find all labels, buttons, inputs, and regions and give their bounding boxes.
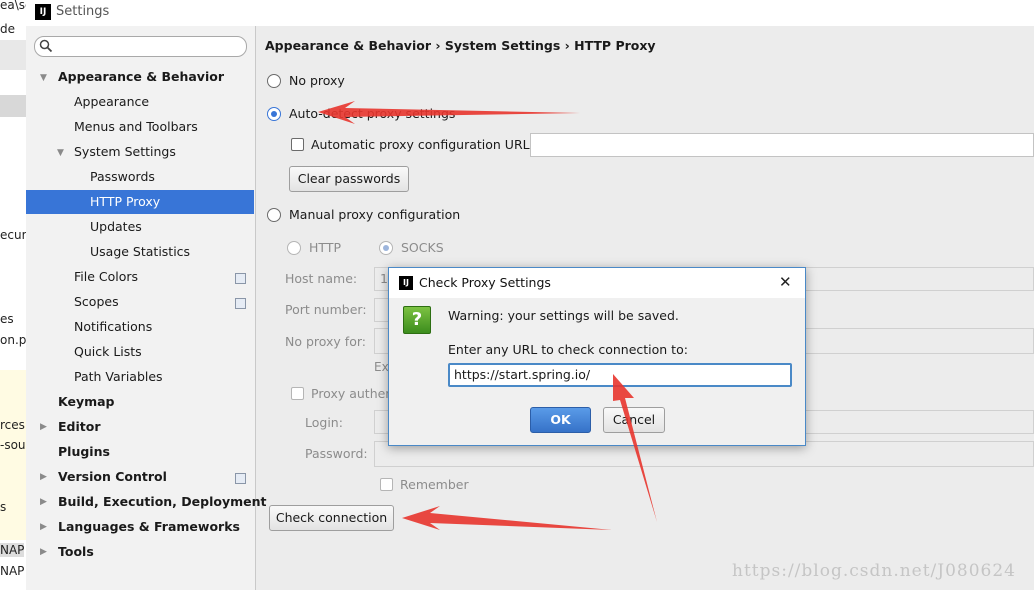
http-label: HTTP xyxy=(309,240,341,255)
socks-label: SOCKS xyxy=(401,240,444,255)
sidebar-item-file-colors[interactable]: File Colors xyxy=(74,265,138,289)
intellij-icon: IJ xyxy=(399,276,413,290)
manual-proxy-radio[interactable] xyxy=(267,208,281,222)
sidebar-item-tools[interactable]: Tools xyxy=(58,540,94,564)
intellij-icon: IJ xyxy=(35,4,51,20)
background-bar xyxy=(0,95,26,117)
sidebar-item-path-variables[interactable]: Path Variables xyxy=(74,365,163,389)
collapse-arrow-icon[interactable]: ▼ xyxy=(57,148,64,158)
sidebar-item-appearance[interactable]: Appearance xyxy=(74,90,149,114)
expand-arrow-icon[interactable]: ▶ xyxy=(40,422,47,432)
sidebar-item-http-proxy[interactable]: HTTP Proxy xyxy=(26,190,254,214)
background-panel xyxy=(0,370,26,540)
socks-radio[interactable] xyxy=(379,241,393,255)
expand-arrow-icon[interactable]: ▶ xyxy=(40,472,47,482)
sidebar-item-usage-statistics[interactable]: Usage Statistics xyxy=(90,240,190,264)
no-proxy-label: No proxy xyxy=(289,73,345,88)
background-text: de xyxy=(0,22,15,36)
sidebar-item-appearance-behavior[interactable]: Appearance & Behavior xyxy=(58,65,224,89)
check-proxy-dialog: IJ Check Proxy Settings ✕ ? Warning: you… xyxy=(388,267,806,446)
background-text: s xyxy=(0,500,7,514)
sidebar-item-passwords[interactable]: Passwords xyxy=(90,165,155,189)
collapse-arrow-icon[interactable]: ▼ xyxy=(40,73,47,83)
background-text: on.p xyxy=(0,333,26,347)
port-number-label: Port number: xyxy=(285,302,367,317)
auto-config-url-input[interactable] xyxy=(530,133,1034,157)
password-label: Password: xyxy=(305,446,368,461)
no-proxy-for-label: No proxy for: xyxy=(285,334,366,349)
sidebar-item-scopes[interactable]: Scopes xyxy=(74,290,119,314)
dialog-prompt: Enter any URL to check connection to: xyxy=(448,342,688,357)
login-label: Login: xyxy=(305,415,343,430)
remember-label: Remember xyxy=(400,477,469,492)
sidebar-item-build-execution[interactable]: Build, Execution, Deployment xyxy=(58,490,266,514)
arrow-annotation-icon xyxy=(402,506,612,530)
question-icon: ? xyxy=(403,306,431,334)
sidebar-item-notifications[interactable]: Notifications xyxy=(74,315,152,339)
example-hint: Ex xyxy=(374,360,389,374)
breadcrumb: Appearance & Behavior › System Settings … xyxy=(265,38,656,53)
expand-arrow-icon[interactable]: ▶ xyxy=(40,522,47,532)
auto-config-url-checkbox[interactable] xyxy=(291,138,304,151)
expand-arrow-icon[interactable]: ▶ xyxy=(40,497,47,507)
sidebar-item-updates[interactable]: Updates xyxy=(90,215,142,239)
project-level-icon xyxy=(235,273,246,284)
sidebar-item-plugins[interactable]: Plugins xyxy=(58,440,110,464)
window-title-bar xyxy=(26,0,1034,26)
search-icon xyxy=(39,39,53,53)
auto-detect-label: Auto-detect proxy settings xyxy=(289,106,456,121)
expand-arrow-icon[interactable]: ▶ xyxy=(40,547,47,557)
background-text: NAP xyxy=(0,564,25,578)
watermark: https://blog.csdn.net/J080624 xyxy=(732,561,1016,581)
background-text: es xyxy=(0,312,14,326)
background-text: ecuri xyxy=(0,228,26,242)
cancel-button[interactable]: Cancel xyxy=(603,407,665,433)
sidebar-item-editor[interactable]: Editor xyxy=(58,415,101,439)
project-level-icon xyxy=(235,298,246,309)
auto-config-url-label: Automatic proxy configuration URL: xyxy=(311,137,534,152)
background-app-strip: ea\se de ecuri es on.p rces -sou s NAP N… xyxy=(0,0,26,590)
background-toolbar xyxy=(0,40,26,70)
background-text: ea\se xyxy=(0,0,26,12)
sidebar-item-version-control[interactable]: Version Control xyxy=(58,465,167,489)
check-url-input[interactable]: https://start.spring.io/ xyxy=(448,363,792,387)
window-title: Settings xyxy=(56,4,110,19)
sidebar-item-keymap[interactable]: Keymap xyxy=(58,390,115,414)
background-text: NAP xyxy=(0,543,25,557)
remember-checkbox[interactable] xyxy=(380,478,393,491)
close-icon[interactable]: ✕ xyxy=(779,273,792,291)
manual-proxy-label: Manual proxy configuration xyxy=(289,207,461,222)
http-radio[interactable] xyxy=(287,241,301,255)
check-connection-button[interactable]: Check connection xyxy=(269,505,394,531)
host-name-label: Host name: xyxy=(285,271,358,286)
ok-button[interactable]: OK xyxy=(530,407,591,433)
sidebar-item-quick-lists[interactable]: Quick Lists xyxy=(74,340,142,364)
dialog-title: Check Proxy Settings xyxy=(419,275,551,290)
background-text: -sou xyxy=(0,438,26,452)
sidebar-item-menus-toolbars[interactable]: Menus and Toolbars xyxy=(74,115,198,139)
dialog-warning: Warning: your settings will be saved. xyxy=(448,308,679,323)
no-proxy-radio[interactable] xyxy=(267,74,281,88)
proxy-auth-label: Proxy authent xyxy=(311,386,399,401)
clear-passwords-button[interactable]: Clear passwords xyxy=(289,166,409,192)
proxy-auth-checkbox[interactable] xyxy=(291,387,304,400)
sidebar-item-languages-frameworks[interactable]: Languages & Frameworks xyxy=(58,515,240,539)
project-level-icon xyxy=(235,473,246,484)
auto-detect-radio[interactable] xyxy=(267,107,281,121)
sidebar-item-system-settings[interactable]: System Settings xyxy=(74,140,176,164)
settings-search-input[interactable] xyxy=(34,36,247,57)
background-text: rces xyxy=(0,418,25,432)
